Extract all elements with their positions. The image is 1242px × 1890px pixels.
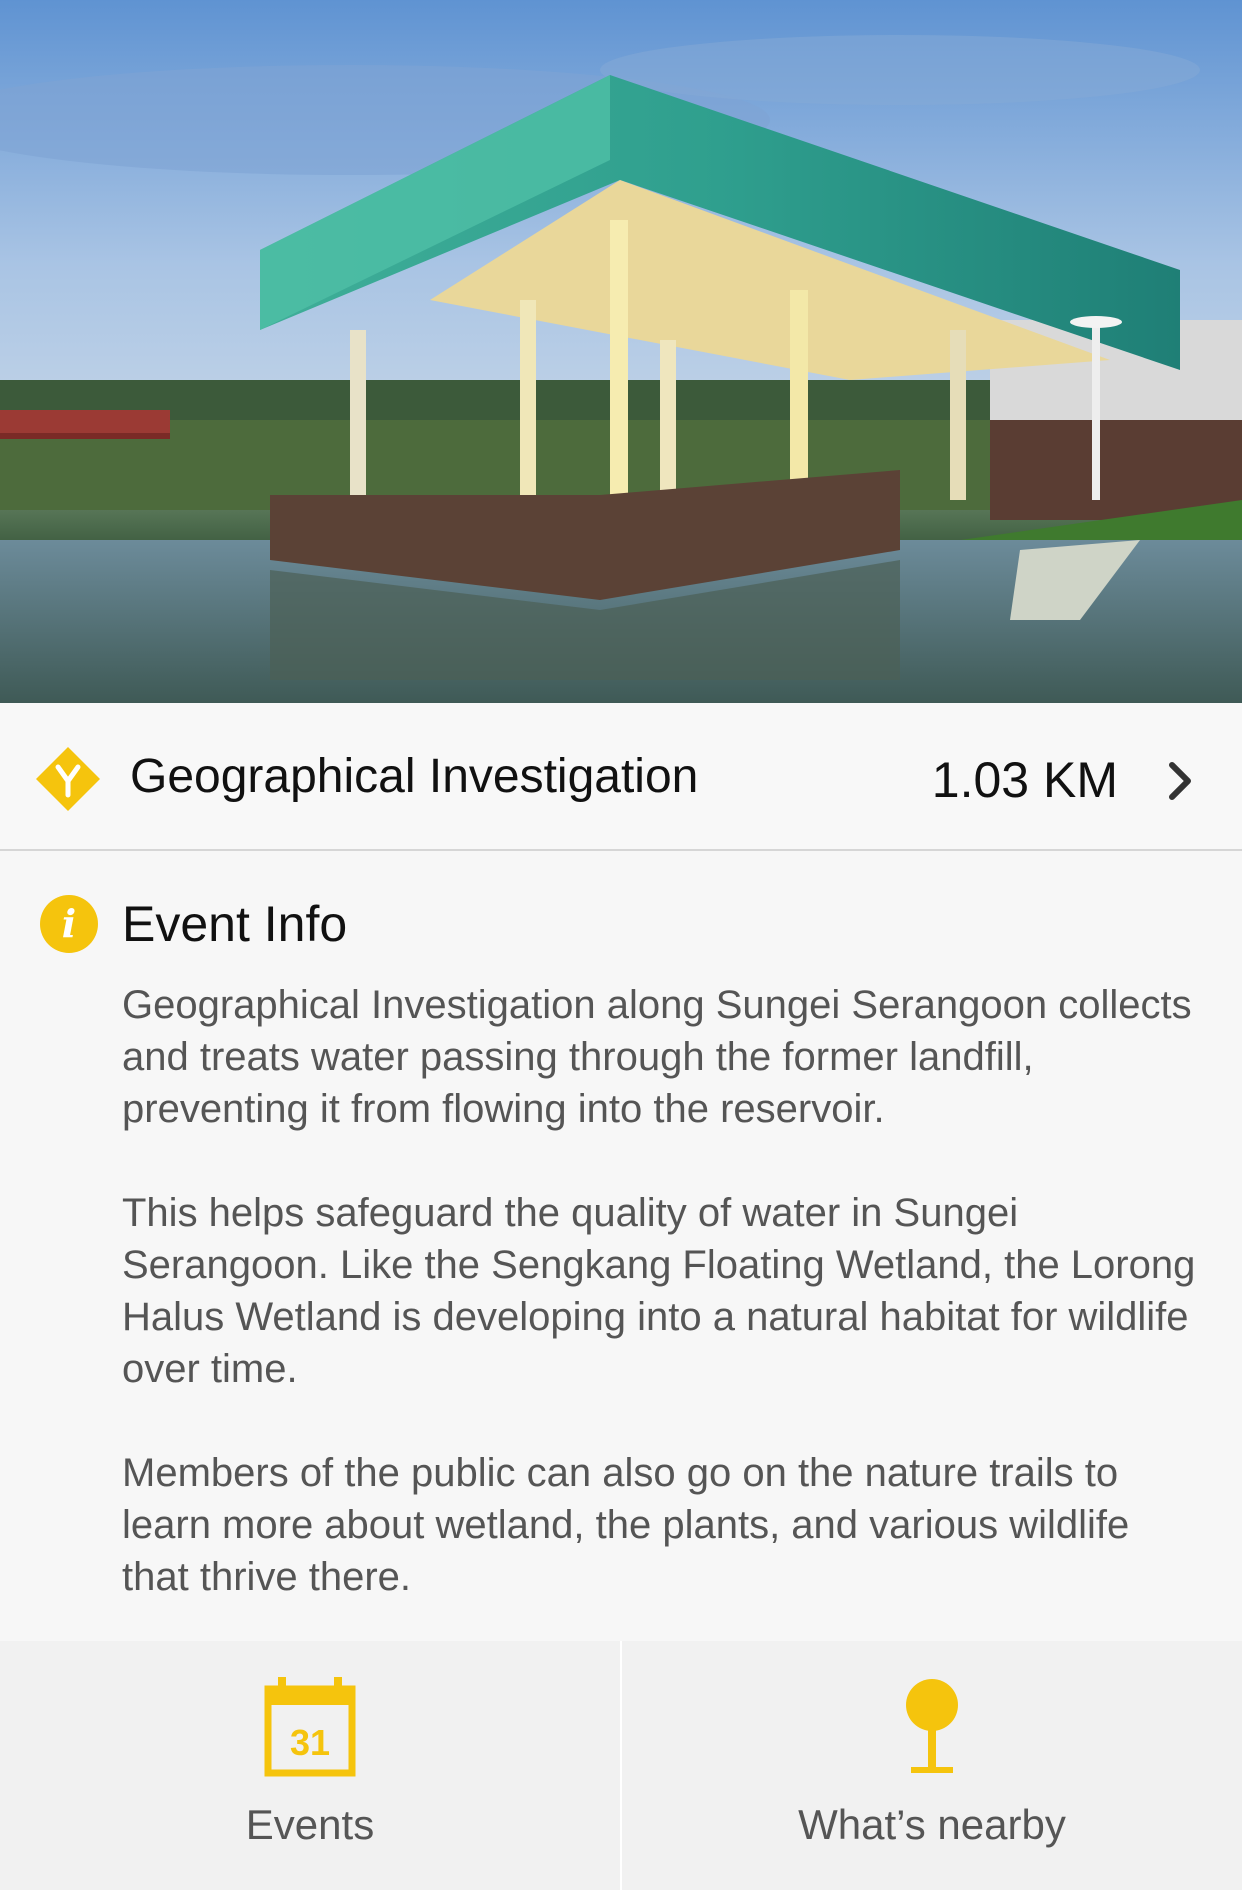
event-info-paragraph: This helps safeguard the quality of wate… xyxy=(122,1191,1196,1391)
hero-image xyxy=(0,0,1242,703)
chevron-right-icon[interactable] xyxy=(1166,759,1194,803)
directions-icon xyxy=(36,747,100,811)
pin-icon xyxy=(906,1679,958,1773)
event-info-paragraph: Members of the public can also go on the… xyxy=(122,1451,1130,1599)
info-icon: i xyxy=(40,895,98,953)
place-title: Geographical Investigation xyxy=(130,750,699,803)
tab-events[interactable]: 31 Events xyxy=(0,1641,620,1890)
place-header-row[interactable]: Geographical Investigation 1.03 KM xyxy=(0,703,1242,851)
calendar-icon: 31 xyxy=(264,1677,356,1777)
tab-whats-nearby[interactable]: What’s nearby xyxy=(620,1641,1242,1890)
tab-whats-nearby-label: What’s nearby xyxy=(798,1801,1066,1848)
place-distance: 1.03 KM xyxy=(931,752,1118,808)
event-info-body: Geographical Investigation along Sungei … xyxy=(122,979,1202,1655)
bottom-tab-bar: 31 Events What’s nearby xyxy=(0,1641,1242,1890)
event-info-section: i Event Info Geographical Investigation … xyxy=(0,851,1242,1641)
calendar-date-text: 31 xyxy=(290,1722,330,1763)
tab-events-label: Events xyxy=(245,1801,375,1848)
event-info-heading: Event Info xyxy=(122,896,348,952)
event-info-paragraph: Geographical Investigation along Sungei … xyxy=(122,983,1192,1131)
